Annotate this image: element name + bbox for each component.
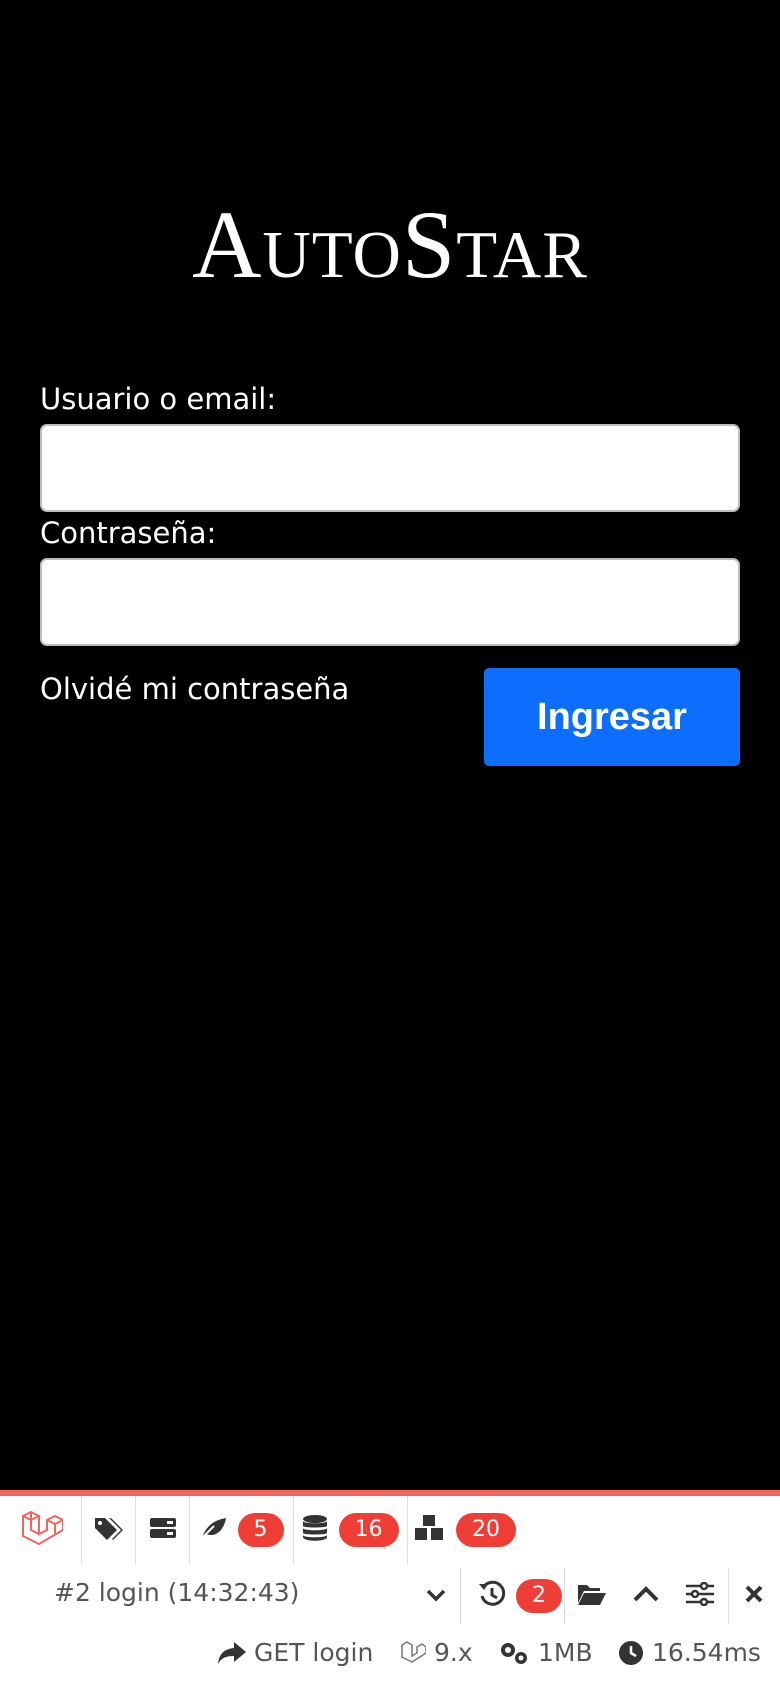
request-selector-label[interactable]: #2 login (14:32:43) [54,1578,299,1607]
close-debugbar-button[interactable] [736,1564,772,1628]
username-label: Usuario o email: [40,382,277,416]
memory-indicator[interactable]: 1MB [498,1638,593,1667]
cogs-icon [501,1642,527,1664]
username-input[interactable] [40,424,740,512]
debugbar-tab-queries[interactable]: 16 [294,1496,408,1564]
views-count-badge: 5 [237,1513,284,1547]
debugbar-tab-request[interactable] [136,1496,190,1564]
folder-open-icon [578,1583,606,1609]
close-icon [744,1584,764,1608]
divider [564,1568,565,1624]
models-count-badge: 20 [456,1513,516,1547]
open-button[interactable] [572,1564,612,1628]
forgot-password-link[interactable]: Olvidé mi contraseña [40,672,349,706]
laravel-version-indicator[interactable]: 9.x [400,1638,473,1667]
route-text: GET login [254,1638,374,1667]
history-icon [478,1580,506,1612]
laravel-version-text: 9.x [434,1638,473,1667]
memory-text: 1MB [538,1638,593,1667]
debugbar-status: GET login 9.x 1MB 16.54ms [0,1628,780,1688]
login-submit-button[interactable]: Ingresar [484,668,740,766]
debugbar-tab-messages[interactable] [82,1496,136,1564]
leaf-icon [198,1516,226,1544]
history-count-badge: 2 [516,1579,562,1613]
settings-button[interactable] [680,1564,720,1628]
maximize-button[interactable] [626,1564,666,1628]
debugbar: 5 16 20 #2 login (14:32:43) 2 GET login … [0,1490,780,1688]
route-indicator[interactable]: GET login [218,1638,373,1667]
debugbar-tab-models[interactable]: 20 [408,1496,522,1564]
database-icon [302,1515,327,1545]
clock-icon [619,1640,643,1665]
tags-icon [94,1516,123,1544]
laravel-version-icon [401,1640,426,1663]
chevron-down-icon [426,1587,446,1606]
debugbar-tab-views[interactable]: 5 [190,1496,294,1564]
request-dropdown-button[interactable] [418,1564,454,1628]
divider [728,1568,729,1624]
queries-count-badge: 16 [338,1513,399,1547]
password-input[interactable] [40,558,740,646]
duration-indicator[interactable]: 16.54ms [618,1638,761,1667]
history-button[interactable]: 2 [470,1564,570,1628]
duration-text: 16.54ms [652,1638,761,1667]
debugbar-tabs: 5 16 20 [0,1496,780,1564]
password-label: Contraseña: [40,516,217,550]
autostar-logo: AutoStar [0,185,780,305]
sliders-icon [686,1581,714,1610]
laravel-logo-icon [19,1508,64,1552]
share-icon [218,1641,246,1664]
server-icon [149,1517,176,1543]
divider [460,1568,461,1624]
debugbar-controls: #2 login (14:32:43) 2 [0,1564,780,1628]
logo-text: AutoStar [192,191,588,298]
debugbar-logo-tab[interactable] [0,1496,82,1564]
cubes-icon [414,1515,444,1545]
chevron-up-icon [633,1586,659,1606]
